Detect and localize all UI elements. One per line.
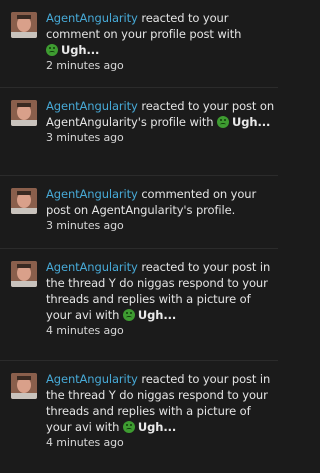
notification-item[interactable]: AgentAngularity reacted to your post in … [0,249,278,361]
sick-face-icon [217,116,230,128]
avatar[interactable] [11,373,37,399]
notification-item[interactable]: AgentAngularity commented on your post o… [0,176,278,249]
avatar[interactable] [11,12,37,38]
timestamp: 4 minutes ago [46,436,124,449]
sick-face-icon [122,421,135,433]
username-link[interactable]: AgentAngularity [46,260,138,274]
avatar[interactable] [11,188,37,214]
avatar[interactable] [11,261,37,287]
reaction: Ugh... [122,420,177,434]
timestamp: 3 minutes ago [46,131,124,144]
username-link[interactable]: AgentAngularity [46,99,138,113]
avatar[interactable] [11,100,37,126]
reaction: Ugh... [46,43,99,57]
timestamp: 4 minutes ago [46,324,124,337]
reaction-label: Ugh... [232,115,271,129]
username-link[interactable]: AgentAngularity [46,11,138,25]
notification-item[interactable]: AgentAngularity reacted to your post on … [0,88,278,176]
timestamp: 2 minutes ago [46,59,124,72]
username-link[interactable]: AgentAngularity [46,372,138,386]
reaction: Ugh... [122,308,177,322]
notification-text: with [91,420,123,434]
notification-list: AgentAngularity reacted to your comment … [0,0,278,473]
reaction-label: Ugh... [61,43,100,57]
sick-face-icon [46,44,58,56]
username-link[interactable]: AgentAngularity [46,187,138,201]
reaction-label: Ugh... [137,420,177,434]
timestamp: 3 minutes ago [46,219,124,232]
sick-face-icon [122,309,135,321]
reaction-label: Ugh... [137,308,177,322]
notification-item[interactable]: AgentAngularity reacted to your comment … [0,0,278,88]
notification-item[interactable]: AgentAngularity reacted to your post in … [0,361,278,473]
reaction: Ugh... [217,115,270,129]
notification-text: with [91,308,123,322]
